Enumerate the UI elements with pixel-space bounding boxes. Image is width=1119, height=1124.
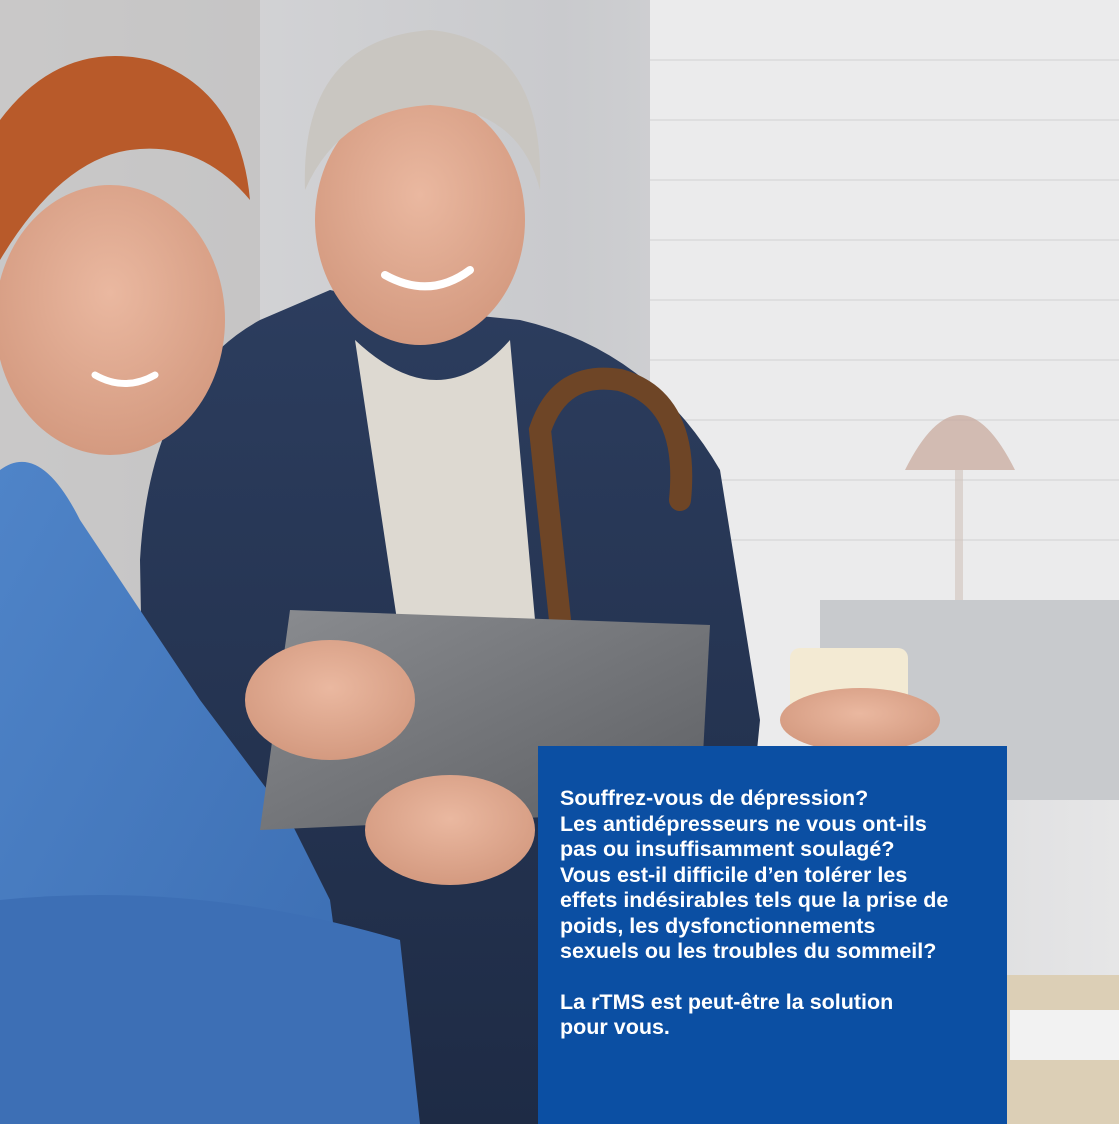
callout-answer-line: pour vous. — [560, 1015, 670, 1039]
callout-answer-line: La rTMS est peut-être la solution — [560, 989, 894, 1014]
callout-line: Vous est-il difficile d’en tolérer les — [560, 862, 908, 887]
callout-line: pas ou insuffisamment soulagé? — [560, 837, 895, 861]
callout-line: sexuels ou les troubles du sommeil? — [560, 939, 937, 963]
callout-line: poids, les dysfonctionnements — [560, 913, 876, 938]
depression-info-callout: Souffrez-vous de dépression? Les antidép… — [538, 746, 1007, 1124]
callout-line: effets indésirables tels que la prise de — [560, 888, 949, 912]
callout-line: Souffrez-vous de dépression? — [560, 786, 869, 810]
callout-line: Les antidépresseurs ne vous ont-ils — [560, 811, 927, 836]
